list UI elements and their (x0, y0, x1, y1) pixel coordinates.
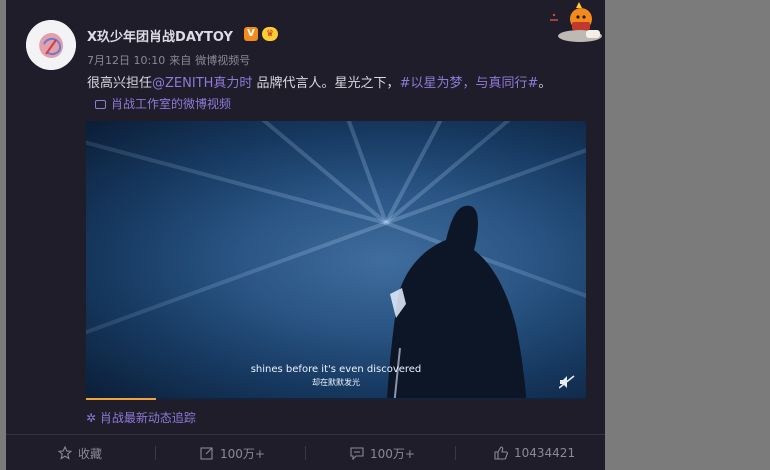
follow-topic-label: 肖战最新动态追踪 (99, 411, 196, 425)
crown-icon: ♛ (262, 27, 278, 41)
post-source[interactable]: 微博视频号 (195, 54, 250, 67)
comment-count: 100万+ (370, 446, 415, 461)
action-divider (155, 446, 156, 460)
loading-icon: ✲ (86, 411, 97, 425)
like-button[interactable]: 10434421 (494, 444, 575, 462)
repost-button[interactable]: 100万+ (200, 444, 265, 462)
post-text-end: 。 (538, 76, 552, 91)
video-source-link[interactable]: 肖战工作室的微博视频 (95, 95, 231, 112)
username[interactable]: X玖少年团肖战DAYTOY (87, 26, 233, 45)
video-icon (95, 100, 106, 109)
subtitle-english: shines before it's even discovered (250, 364, 422, 375)
repost-icon (200, 447, 213, 460)
favorite-label: 收藏 (78, 446, 103, 461)
post-text: 很高兴担任@ZENITH真力时 品牌代言人。星光之下，#以星为梦，与真同行#。 (87, 72, 551, 91)
follow-topic-link[interactable]: ✲ 肖战最新动态追踪 (86, 409, 196, 426)
divider (6, 434, 605, 435)
like-count: 10434421 (514, 446, 576, 460)
repost-count: 100万+ (220, 446, 265, 461)
post-date[interactable]: 7月12日 10:10 (87, 54, 165, 67)
video-progress-fill (86, 398, 156, 400)
post-text-plain: 很高兴担任 (87, 76, 153, 91)
subtitle-chinese: 却在默默发光 (312, 378, 360, 387)
video-player[interactable]: shines before it's even discovered 却在默默发… (86, 121, 586, 400)
avatar[interactable] (26, 20, 76, 70)
mention-link[interactable]: @ZENITH真力时 (152, 76, 252, 91)
video-link-label: 肖战工作室的微博视频 (111, 97, 232, 111)
comment-icon (350, 447, 364, 460)
star-icon (58, 446, 72, 460)
comment-button[interactable]: 100万+ (350, 444, 415, 462)
post-text-middle: 品牌代言人。星光之下， (252, 76, 400, 91)
verified-icon: V (244, 27, 258, 41)
avatar-image (26, 20, 76, 70)
weibo-card: X玖少年团肖战DAYTOY V ♛ 7月12日 10:10 来自 微博视频号 很高兴… (6, 0, 605, 470)
hashtag-link[interactable]: #以星为梦，与真同行# (400, 76, 539, 91)
action-divider (305, 446, 306, 460)
light-ray (86, 121, 387, 225)
post-meta: 7月12日 10:10 来自 微博视频号 (87, 52, 254, 68)
video-progress-bar[interactable] (86, 398, 586, 400)
source-prefix: 来自 (169, 54, 192, 67)
mascot-logo (550, 2, 602, 42)
mute-icon[interactable] (559, 375, 575, 389)
favorite-button[interactable]: 收藏 (58, 444, 102, 462)
action-divider (455, 446, 456, 460)
like-icon (494, 446, 508, 460)
